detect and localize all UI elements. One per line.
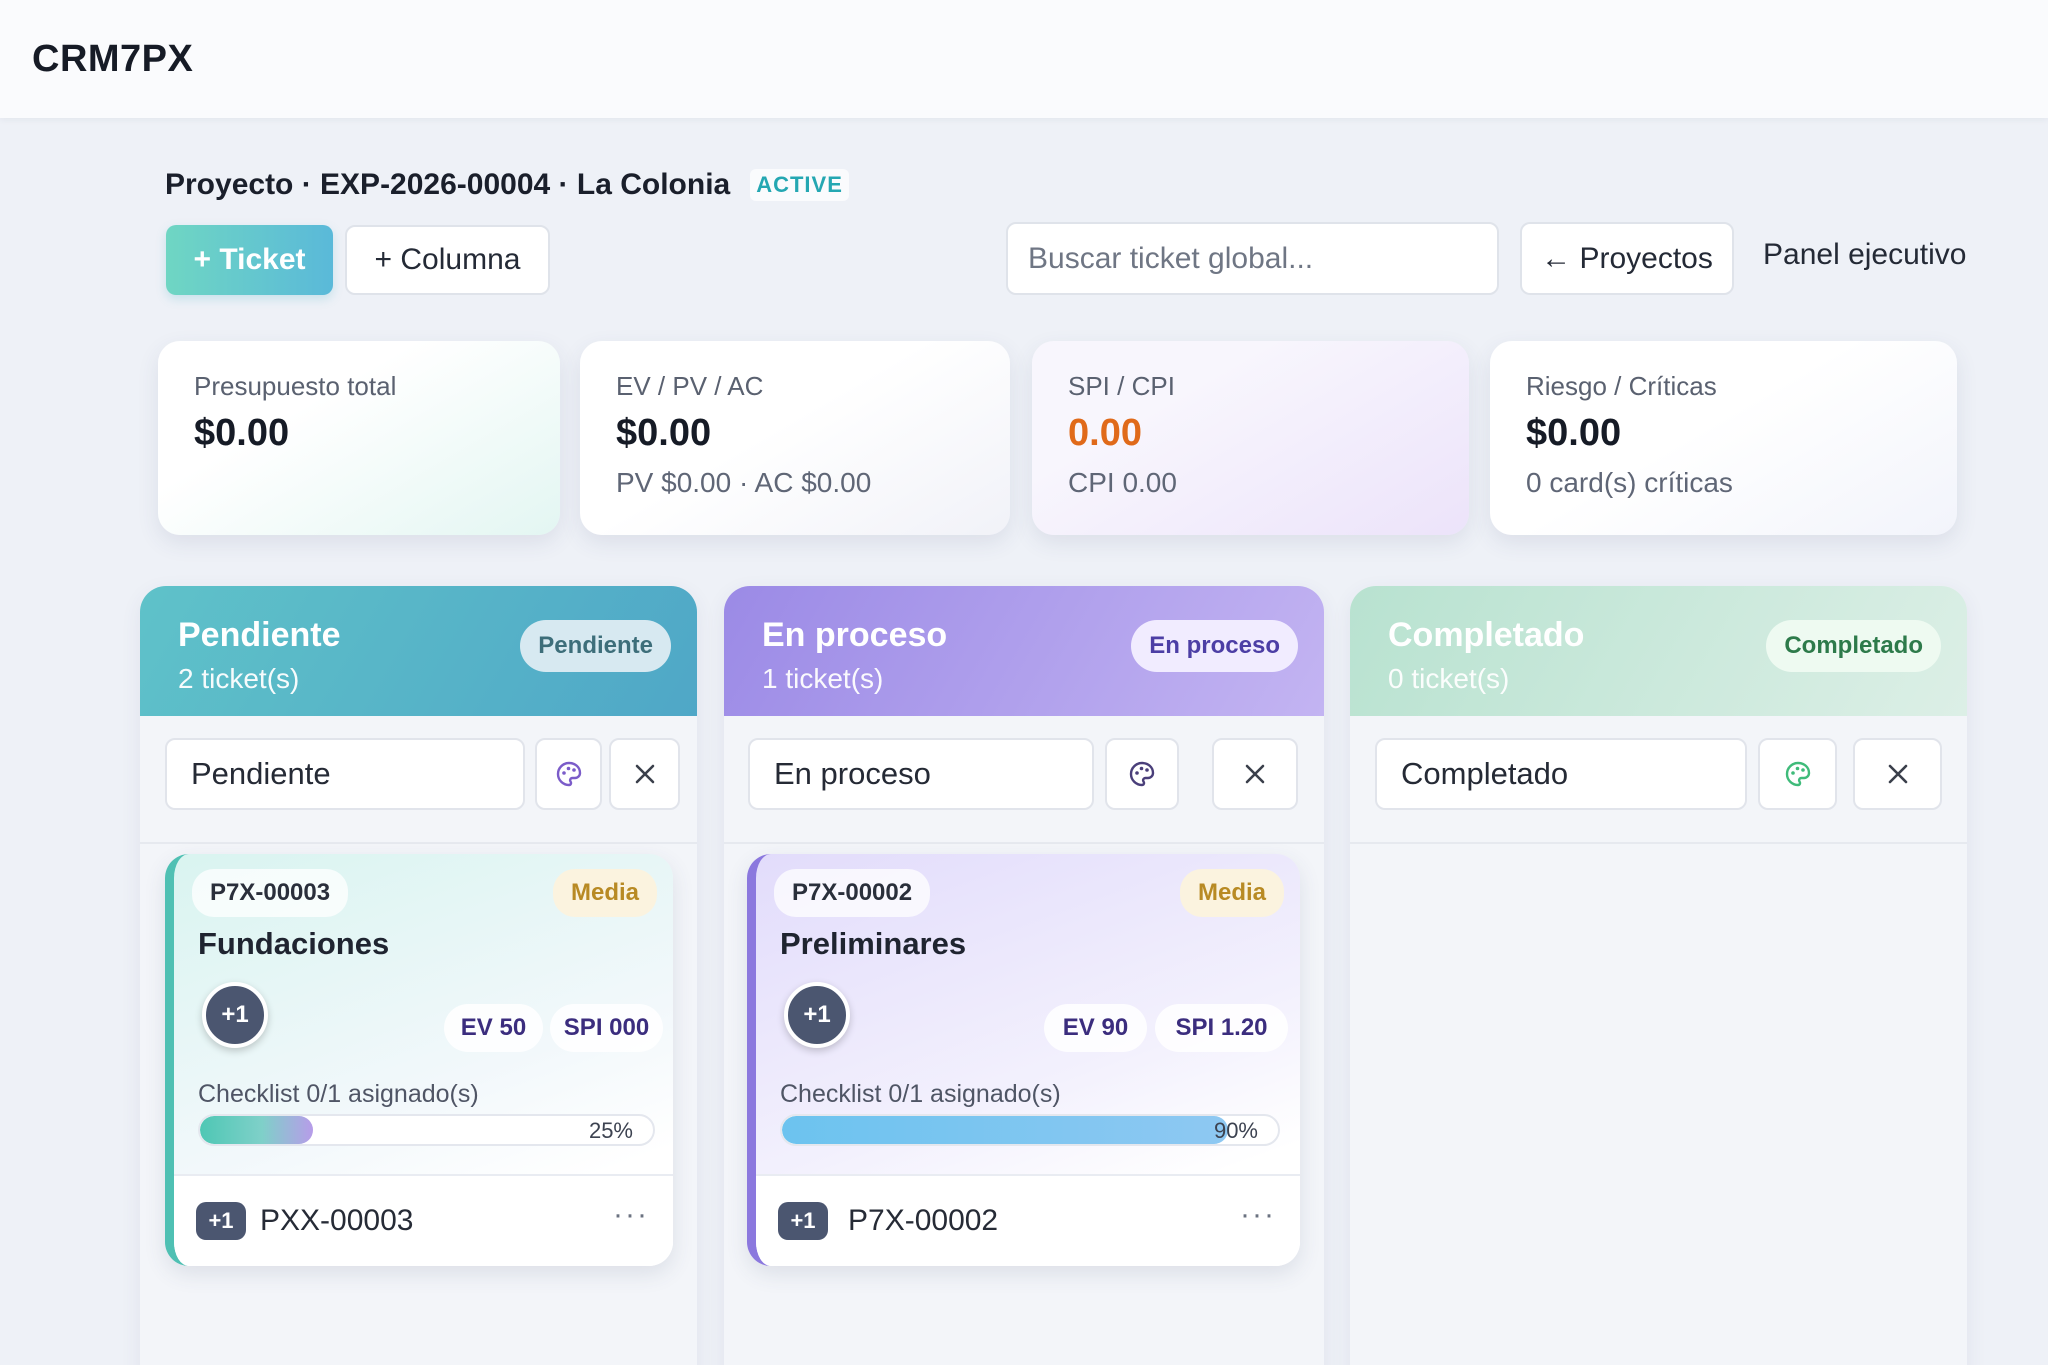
spi-badge: SPI 000	[550, 1004, 663, 1052]
kpi-value: $0.00	[616, 412, 712, 454]
kpi-card-budget: Presupuesto total $0.00	[158, 341, 560, 535]
progress-bar: 90%	[780, 1114, 1280, 1146]
kpi-card-spi-cpi: SPI / CPI 0.00 CPI 0.00	[1032, 341, 1469, 535]
column-color-button[interactable]	[1105, 738, 1179, 810]
column-name-input[interactable]	[748, 738, 1094, 810]
kpi-label: Riesgo / Críticas	[1526, 371, 1717, 401]
column-header: Pendiente 2 ticket(s) Pendiente	[140, 586, 697, 716]
kpi-value: $0.00	[194, 412, 290, 454]
brand-logo[interactable]: CRM7PX	[32, 38, 193, 81]
back-to-projects-button[interactable]: ← Proyectos	[1520, 222, 1734, 295]
progress-fill	[782, 1116, 1229, 1144]
ticket-title: Preliminares	[780, 926, 967, 961]
ticket-title: Fundaciones	[198, 926, 390, 961]
footer-ticket-id: P7X-00002	[848, 1204, 999, 1237]
column-tools	[724, 716, 1324, 844]
ticket-card[interactable]: P7X-00003 Media Fundaciones +1 EV 50 SPI…	[165, 854, 673, 1266]
column-name-input[interactable]	[165, 738, 525, 810]
footer-ticket-id: PXX-00003	[260, 1204, 414, 1237]
close-icon	[1245, 764, 1265, 784]
card-footer: +1 PXX-00003 ···	[174, 1174, 673, 1266]
column-color-button[interactable]	[535, 738, 602, 810]
project-title: Proyecto · EXP-2026-00004 · La Colonia	[165, 168, 731, 201]
executive-panel-link[interactable]: Panel ejecutivo	[1763, 238, 1966, 272]
kpi-label: SPI / CPI	[1068, 371, 1175, 401]
avatar[interactable]: +1	[784, 982, 850, 1048]
checklist-summary: Checklist 0/1 asignado(s)	[780, 1080, 1061, 1108]
progress-fill	[200, 1116, 314, 1144]
progress-bar: 25%	[198, 1114, 655, 1146]
column-status-pill: Completado	[1766, 620, 1941, 672]
palette-icon	[1785, 761, 1810, 787]
card-footer: +1 P7X-00002 ···	[756, 1174, 1300, 1266]
assignee-count-badge: +1	[778, 1202, 828, 1240]
delete-column-button[interactable]	[1212, 738, 1298, 810]
kpi-value: 0.00	[1068, 412, 1142, 454]
kpi-sub: 0 card(s) críticas	[1526, 467, 1733, 498]
global-ticket-search-input[interactable]	[1006, 222, 1499, 295]
add-column-button[interactable]: + Columna	[345, 225, 550, 295]
kanban-column-en-proceso: En proceso 1 ticket(s) En proceso P7X-00…	[724, 586, 1324, 1365]
more-options-icon[interactable]: ···	[613, 1198, 649, 1232]
column-header: Completado 0 ticket(s) Completado	[1350, 586, 1967, 716]
column-header: En proceso 1 ticket(s) En proceso	[724, 586, 1324, 716]
spi-badge: SPI 1.20	[1155, 1004, 1288, 1052]
column-status-pill: Pendiente	[520, 620, 671, 672]
kpi-card-earned-value: EV / PV / AC $0.00 PV $0.00 · AC $0.00	[580, 341, 1010, 535]
column-name-input[interactable]	[1375, 738, 1747, 810]
kpi-label: Presupuesto total	[194, 371, 397, 401]
kanban-column-pendiente: Pendiente 2 ticket(s) Pendiente P7X-0000…	[140, 586, 697, 1365]
column-tools	[140, 716, 697, 844]
close-icon	[635, 764, 654, 784]
close-icon	[1888, 764, 1907, 784]
assignee-count-badge: +1	[196, 1202, 246, 1240]
column-tools	[1350, 716, 1967, 844]
priority-badge: Media	[552, 869, 657, 917]
column-status-pill: En proceso	[1131, 620, 1298, 672]
progress-percent: 25%	[588, 1118, 633, 1143]
kpi-sub: PV $0.00 · AC $0.00	[616, 467, 872, 498]
palette-icon	[556, 761, 581, 787]
project-breadcrumb: Proyecto · EXP-2026-00004 · La Colonia A…	[165, 168, 849, 202]
kpi-value: $0.00	[1526, 412, 1622, 454]
priority-badge: Media	[1179, 869, 1284, 917]
kpi-label: EV / PV / AC	[616, 371, 764, 401]
status-badge: ACTIVE	[750, 169, 849, 201]
checklist-summary: Checklist 0/1 asignado(s)	[198, 1080, 479, 1108]
ev-badge: EV 90	[1044, 1004, 1147, 1052]
add-ticket-button[interactable]: + Ticket	[166, 225, 333, 295]
delete-column-button[interactable]	[609, 738, 680, 810]
more-options-icon[interactable]: ···	[1240, 1198, 1276, 1232]
column-color-button[interactable]	[1758, 738, 1837, 810]
kpi-card-risk: Riesgo / Críticas $0.00 0 card(s) crític…	[1490, 341, 1957, 535]
kanban-column-completado: Completado 0 ticket(s) Completado	[1350, 586, 1967, 1365]
progress-percent: 90%	[1213, 1118, 1258, 1143]
kpi-sub: CPI 0.00	[1068, 467, 1177, 498]
ev-badge: EV 50	[444, 1004, 543, 1052]
avatar[interactable]: +1	[202, 982, 268, 1048]
palette-icon	[1129, 761, 1155, 787]
top-bar: CRM7PX	[0, 0, 2048, 118]
ticket-card[interactable]: P7X-00002 Media Preliminares +1 EV 90 SP…	[747, 854, 1300, 1266]
delete-column-button[interactable]	[1853, 738, 1942, 810]
ticket-id-chip: P7X-00002	[774, 869, 931, 917]
ticket-id-chip: P7X-00003	[192, 869, 349, 917]
